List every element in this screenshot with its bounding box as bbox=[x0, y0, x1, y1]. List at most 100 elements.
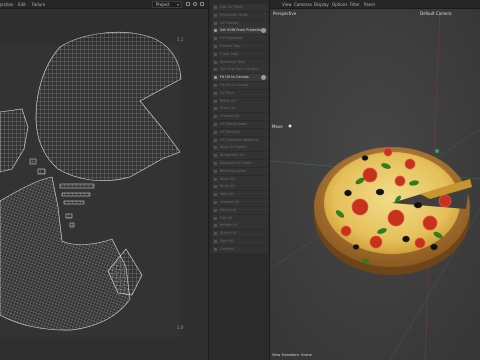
uv-canvas[interactable]: 1.1 1.0 bbox=[0, 9, 208, 360]
menu-projection[interactable]: jection bbox=[0, 2, 13, 7]
tool-item-label: Align UV bbox=[220, 176, 235, 181]
viewport-panel: View Cameras Display Options Filter Pane… bbox=[270, 0, 480, 360]
tool-item[interactable]: Sew UV bbox=[212, 238, 268, 245]
tool-icon bbox=[214, 13, 217, 17]
tool-item-label: Straighten UV bbox=[220, 153, 245, 158]
tool-icon bbox=[214, 76, 217, 80]
tool-item[interactable]: Edit UV Point bbox=[212, 4, 268, 11]
tool-item[interactable]: Stitch UV bbox=[212, 230, 268, 238]
tool-item[interactable]: UV Optimize Mapping bbox=[212, 136, 268, 144]
tool-item-label: UV Pack bbox=[220, 90, 235, 95]
uv-island-bottom bbox=[0, 176, 131, 331]
tool-item-label: Cubic Map bbox=[220, 51, 239, 56]
tool-icon bbox=[214, 84, 217, 87]
uv-editor-panel: jection Edit Failure Project ▾ 1.1 1.0 bbox=[0, 0, 208, 360]
tool-item-label: Align UV Points bbox=[220, 145, 247, 150]
tool-item[interactable]: UV Display bbox=[212, 19, 268, 27]
menu-cameras[interactable]: Cameras bbox=[294, 2, 312, 7]
tool-item[interactable]: Align UV bbox=[212, 175, 268, 183]
tool-item[interactable]: UV Manipulator bbox=[212, 121, 268, 128]
tool-item[interactable]: Mirror UV bbox=[212, 206, 268, 214]
uv-island-strip-3 bbox=[63, 200, 85, 205]
tool-item[interactable]: Rotate UV bbox=[212, 222, 268, 230]
menu-failure[interactable]: Failure bbox=[32, 2, 45, 7]
tool-icon bbox=[214, 232, 217, 236]
menu-panel[interactable]: Panel bbox=[364, 2, 375, 7]
tool-item[interactable]: Unweld UV bbox=[212, 199, 268, 206]
tool-item[interactable]: Overlap bbox=[212, 245, 268, 253]
tool-item[interactable]: Set UVW From Projection bbox=[212, 27, 268, 35]
tool-item-label: Overlap bbox=[220, 246, 234, 251]
tool-item-label: Rectangularize bbox=[220, 168, 247, 173]
uv-island-chip-4 bbox=[69, 222, 75, 228]
tool-item-label: Unwrap UV bbox=[220, 114, 240, 119]
tool-icon bbox=[214, 146, 217, 150]
tool-item-label: Rotate UV bbox=[220, 223, 238, 228]
tool-item-label: Fit UV to Canvas bbox=[220, 75, 249, 80]
tool-item[interactable]: Align UV Points bbox=[212, 144, 268, 152]
tool-item[interactable]: Equalize UV Scale bbox=[212, 160, 268, 167]
tool-item-label: Unweld UV bbox=[220, 200, 240, 204]
uv-island-chip-1 bbox=[29, 158, 37, 165]
tool-item-label: Scale UV bbox=[220, 106, 236, 111]
tool-item-label: Relax UV bbox=[220, 98, 236, 103]
uv-island-left-top bbox=[0, 108, 29, 173]
tool-item-label: Sew UV bbox=[220, 239, 234, 243]
tool-item[interactable]: Frontal Map bbox=[212, 43, 268, 50]
menu-display[interactable]: Display bbox=[314, 2, 329, 7]
tool-item[interactable]: Relax UV bbox=[212, 97, 268, 105]
tool-item[interactable]: Projection Mode bbox=[212, 11, 268, 19]
tool-item-label: Set Uvw from Camera bbox=[220, 67, 259, 72]
tool-icon bbox=[214, 216, 217, 220]
tool-item[interactable]: UV Pack bbox=[212, 89, 268, 97]
tool-icon bbox=[214, 240, 217, 243]
frame-icon[interactable] bbox=[186, 2, 190, 6]
menu-view[interactable]: View bbox=[282, 2, 292, 7]
zoom-icon[interactable] bbox=[193, 2, 197, 6]
tool-item[interactable]: Scale UV bbox=[212, 105, 268, 113]
tool-options-icon[interactable] bbox=[261, 28, 266, 34]
tool-item[interactable]: Spherical Map bbox=[212, 58, 268, 66]
tool-item-label: Set UVW From Projection bbox=[220, 28, 264, 33]
tool-icon bbox=[214, 52, 217, 56]
tool-item-label: UV Manipulator bbox=[220, 122, 247, 126]
tool-item-label: Projection Mode bbox=[220, 12, 248, 17]
menu-options[interactable]: Options bbox=[332, 2, 347, 7]
tool-item[interactable]: Fit UV to Canvas bbox=[212, 74, 268, 82]
camera-label[interactable]: Default Camera bbox=[420, 11, 452, 16]
tool-item[interactable]: Unwrap UV bbox=[212, 113, 268, 121]
tool-item-label: Flip UV bbox=[220, 215, 233, 220]
tool-item[interactable]: Snap UV bbox=[212, 183, 268, 191]
tool-icon bbox=[214, 169, 217, 173]
tool-item[interactable]: UV Projection bbox=[212, 35, 268, 43]
uv-island-strip-2 bbox=[61, 192, 91, 197]
tool-item-label: Mirror UV bbox=[220, 207, 237, 212]
tool-item[interactable]: Straighten UV bbox=[212, 152, 268, 160]
tool-icon bbox=[214, 138, 217, 142]
tool-options-icon[interactable] bbox=[261, 75, 266, 81]
tool-item[interactable]: Rectangularize bbox=[212, 167, 268, 175]
tool-icon bbox=[214, 177, 217, 181]
tool-item[interactable]: Fit UV to Canvas bbox=[212, 82, 268, 89]
tool-item[interactable]: Cubic Map bbox=[212, 50, 268, 58]
menu-filter[interactable]: Filter bbox=[350, 2, 360, 7]
uv-island-top bbox=[35, 31, 182, 182]
grid-icon[interactable] bbox=[200, 2, 204, 6]
tool-item[interactable]: Flip UV bbox=[212, 214, 268, 222]
viewport-canvas[interactable]: Perspective Default Camera Move View Tra… bbox=[270, 9, 480, 360]
tool-item[interactable]: UV Packing bbox=[212, 128, 268, 136]
tool-item[interactable]: Weld UV bbox=[212, 191, 268, 199]
tool-icon bbox=[214, 68, 217, 72]
tool-item-label: Edit UV Point bbox=[220, 5, 243, 9]
tool-icon bbox=[214, 162, 217, 165]
menu-edit[interactable]: Edit bbox=[18, 2, 26, 7]
tool-icon bbox=[214, 115, 217, 119]
tool-icon bbox=[214, 208, 217, 212]
tool-icon bbox=[214, 29, 217, 33]
viewport-menubar: View Cameras Display Options Filter Pane… bbox=[270, 0, 480, 9]
tool-icon bbox=[214, 99, 217, 103]
tool-item[interactable]: Set Uvw from Camera bbox=[212, 66, 268, 74]
tool-icon bbox=[214, 45, 217, 48]
tool-item-label: UV Optimize Mapping bbox=[220, 137, 258, 142]
projection-select[interactable]: Project bbox=[152, 1, 182, 8]
